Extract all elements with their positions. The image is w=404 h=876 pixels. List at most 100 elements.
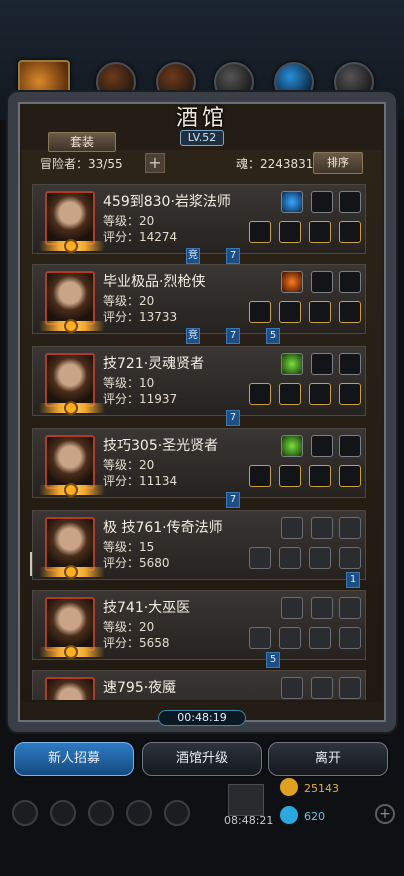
equipment-icon[interactable] — [279, 465, 301, 487]
gear-icon — [64, 565, 78, 579]
hero-name: 毕业极品·烈枪侠 — [103, 274, 206, 290]
empty-equipment-slot-icon[interactable] — [279, 547, 301, 569]
hero-score: 评分：11937 — [103, 392, 178, 406]
sort-button[interactable]: 排序 — [313, 152, 363, 174]
empty-equipment-slot-icon[interactable] — [249, 627, 271, 649]
hero-level: 等级：15 — [103, 540, 155, 554]
hero-card[interactable]: 技巧305·圣光贤者 等级：20 评分：11134 — [32, 428, 366, 498]
walking-figure-icon — [30, 552, 40, 576]
skill-icon[interactable] — [311, 353, 333, 375]
hero-portrait — [39, 597, 105, 659]
empty-skill-slot-icon[interactable] — [281, 517, 303, 539]
gift-box-icon[interactable] — [228, 784, 264, 816]
menu-icon[interactable] — [12, 800, 38, 826]
team-tag: 1 — [346, 572, 360, 588]
empty-equipment-slot-icon[interactable] — [339, 547, 361, 569]
empty-equipment-slot-icon[interactable] — [309, 547, 331, 569]
equipment-icon[interactable] — [279, 383, 301, 405]
empty-equipment-slot-icon[interactable] — [309, 627, 331, 649]
equipment-icon[interactable] — [339, 383, 361, 405]
empty-skill-slot-icon[interactable] — [281, 597, 303, 619]
gold-amount: 25143 — [304, 782, 339, 795]
equipment-icon[interactable] — [339, 221, 361, 243]
skill-icon[interactable] — [281, 191, 303, 213]
hero-level: 等级：20 — [103, 620, 155, 634]
team-tag: 7 — [226, 492, 240, 508]
skill-icon[interactable] — [339, 191, 361, 213]
equipment-icon[interactable] — [339, 301, 361, 323]
hero-level: 等级：10 — [103, 376, 155, 390]
hero-name: 技721·灵魂贤者 — [103, 356, 205, 372]
hero-card[interactable]: 毕业极品·烈枪侠 等级：20 评分：13733 — [32, 264, 366, 334]
set-button[interactable]: 套装 — [48, 132, 116, 152]
menu-icon[interactable] — [88, 800, 114, 826]
skill-icon[interactable] — [339, 435, 361, 457]
hero-name: 速795·夜魇 — [103, 680, 177, 696]
team-tag: 7 — [226, 410, 240, 426]
hero-score: 评分：14274 — [103, 230, 178, 244]
hero-card[interactable]: 459到830·岩浆法师 等级：20 评分：14274 — [32, 184, 366, 254]
skill-icon[interactable] — [281, 353, 303, 375]
leave-button[interactable]: 离开 — [268, 742, 388, 776]
empty-skill-slot-icon[interactable] — [311, 597, 333, 619]
hero-list[interactable]: 459到830·岩浆法师 等级：20 评分：14274 竞 7 毕业极品·烈枪侠… — [32, 180, 374, 700]
gear-icon — [64, 239, 78, 253]
equipment-icon[interactable] — [279, 221, 301, 243]
empty-equipment-slot-icon[interactable] — [279, 627, 301, 649]
empty-skill-slot-icon[interactable] — [339, 517, 361, 539]
hero-score: 评分：13733 — [103, 310, 178, 324]
hero-name: 技巧305·圣光贤者 — [103, 438, 219, 454]
empty-equipment-slot-icon[interactable] — [339, 627, 361, 649]
hero-card[interactable]: 技741·大巫医 等级：20 评分：5658 — [32, 590, 366, 660]
add-slot-button[interactable]: + — [145, 153, 165, 173]
equipment-icon[interactable] — [249, 383, 271, 405]
empty-skill-slot-icon[interactable] — [339, 677, 361, 699]
skill-icon[interactable] — [281, 435, 303, 457]
equipment-icon[interactable] — [309, 221, 331, 243]
hero-level: 等级：20 — [103, 214, 155, 228]
equipment-icon[interactable] — [339, 465, 361, 487]
hero-score: 评分：5680 — [103, 556, 170, 570]
hero-score: 评分：11134 — [103, 474, 178, 488]
equipment-icon[interactable] — [309, 301, 331, 323]
equipment-icon[interactable] — [249, 221, 271, 243]
hero-card[interactable]: 技721·灵魂贤者 等级：10 评分：11937 — [32, 346, 366, 416]
skill-icon[interactable] — [311, 271, 333, 293]
equipment-icon[interactable] — [249, 465, 271, 487]
empty-skill-slot-icon[interactable] — [311, 517, 333, 539]
hero-level: 等级：20 — [103, 294, 155, 308]
recruit-button[interactable]: 新人招募 — [14, 742, 134, 776]
skill-icon[interactable] — [281, 271, 303, 293]
arena-tag: 竞 — [186, 248, 200, 264]
gear-icon — [64, 645, 78, 659]
hero-card[interactable]: 速795·夜魇 — [32, 670, 366, 700]
equipment-icon[interactable] — [309, 383, 331, 405]
menu-icon[interactable] — [164, 800, 190, 826]
empty-skill-slot-icon[interactable] — [311, 677, 333, 699]
skill-icon[interactable] — [339, 353, 361, 375]
skill-icon[interactable] — [311, 191, 333, 213]
hero-portrait — [39, 191, 105, 253]
empty-equipment-slot-icon[interactable] — [249, 547, 271, 569]
menu-icon[interactable] — [50, 800, 76, 826]
empty-skill-slot-icon[interactable] — [281, 677, 303, 699]
hero-name: 459到830·岩浆法师 — [103, 194, 231, 210]
team-tag: 5 — [266, 652, 280, 668]
adventurer-count: 冒险者：33/55 — [40, 157, 123, 171]
gold-coin-icon — [280, 778, 298, 796]
arena-tag: 竞 — [186, 328, 200, 344]
menu-icon[interactable] — [126, 800, 152, 826]
skill-icon[interactable] — [339, 271, 361, 293]
hero-card[interactable]: 极 技761·传奇法师 等级：15 评分：5680 — [32, 510, 366, 580]
add-currency-button[interactable]: + — [375, 804, 395, 824]
equipment-icon[interactable] — [279, 301, 301, 323]
equipment-icon[interactable] — [249, 301, 271, 323]
empty-skill-slot-icon[interactable] — [339, 597, 361, 619]
skill-icon[interactable] — [311, 435, 333, 457]
hero-portrait — [39, 353, 105, 415]
equipment-icon[interactable] — [309, 465, 331, 487]
team-tag: 7 — [226, 328, 240, 344]
upgrade-tavern-button[interactable]: 酒馆升级 — [142, 742, 262, 776]
hero-level: 等级：20 — [103, 458, 155, 472]
hero-portrait — [39, 517, 105, 579]
